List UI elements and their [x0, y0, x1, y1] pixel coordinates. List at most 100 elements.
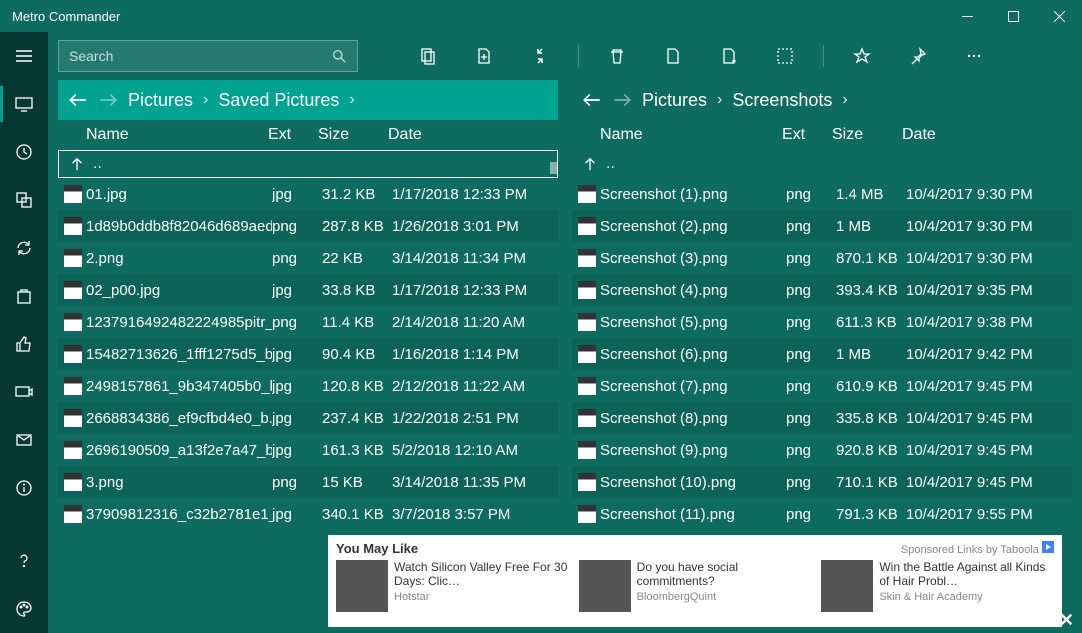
file-size: 611.3 KB — [836, 314, 906, 331]
file-row[interactable]: Screenshot (11).pngpng791.3 KB10/4/2017 … — [572, 498, 1072, 530]
new-file-button[interactable] — [460, 32, 508, 80]
thumbs-up-icon[interactable] — [0, 320, 48, 368]
file-row[interactable]: Screenshot (10).pngpng710.1 KB10/4/2017 … — [572, 466, 1072, 498]
refresh-icon[interactable] — [0, 224, 48, 272]
file-row[interactable]: Screenshot (6).pngpng1 MB10/4/2017 9:42 … — [572, 338, 1072, 370]
play-icon — [1042, 541, 1054, 553]
file-ext: png — [272, 314, 322, 331]
file-ext: jpg — [272, 506, 322, 523]
forward-button[interactable] — [612, 90, 632, 110]
scrollbar-thumb[interactable] — [550, 162, 558, 174]
file-row[interactable]: Screenshot (3).pngpng870.1 KB10/4/2017 9… — [572, 242, 1072, 274]
pin-button[interactable] — [894, 32, 942, 80]
file-row[interactable]: 3.pngpng15 KB3/14/2018 11:35 PM — [58, 466, 558, 498]
search-input[interactable]: Search — [58, 40, 358, 72]
file-date: 10/4/2017 9:45 PM — [906, 410, 1066, 427]
chevron-right-icon: › — [203, 91, 208, 109]
file-ext: png — [786, 186, 836, 203]
crumb-screenshots[interactable]: Screenshots — [732, 90, 832, 111]
ad-item[interactable]: Do you have social commitments?Bloomberg… — [579, 560, 812, 621]
file-row[interactable]: 2668834386_ef9cfbd4e0_b.jpgjpg237.4 KB1/… — [58, 402, 558, 434]
copy-button[interactable] — [404, 32, 452, 80]
file-row[interactable]: 37909812316_c32b2781e1_b.jpgjpg340.1 KB3… — [58, 498, 558, 530]
maximize-button[interactable] — [990, 0, 1036, 32]
col-size[interactable]: Size — [832, 126, 902, 144]
col-name[interactable]: Name — [600, 126, 782, 144]
file-row[interactable]: 02_p00.jpgjpg33.8 KB1/17/2018 12:33 PM — [58, 274, 558, 306]
file-name: Screenshot (4).png — [600, 282, 786, 299]
file-date: 10/4/2017 9:35 PM — [906, 282, 1066, 299]
file-button[interactable] — [649, 32, 697, 80]
toolbar-separator — [578, 45, 579, 67]
up-label: .. — [93, 155, 102, 173]
ad-title: Watch Silicon Valley Free For 30 Days: C… — [394, 560, 569, 589]
col-date[interactable]: Date — [388, 126, 548, 144]
monitor-icon[interactable] — [0, 80, 48, 128]
up-label: .. — [606, 155, 615, 173]
file-thumbnail — [578, 217, 596, 235]
file-name: 1d89b0ddb8f82046d689aed32adf — [86, 218, 272, 235]
col-name[interactable]: Name — [86, 126, 268, 144]
file-row[interactable]: 01.jpgjpg31.2 KB1/17/2018 12:33 PM — [58, 178, 558, 210]
file-size: 90.4 KB — [322, 346, 392, 363]
info-icon[interactable] — [0, 464, 48, 512]
file-name: 37909812316_c32b2781e1_b.jpg — [86, 506, 272, 523]
file-date: 1/17/2018 12:33 PM — [392, 186, 552, 203]
ad-item[interactable]: Win the Battle Against all Kinds of Hair… — [821, 560, 1054, 621]
bag-icon[interactable] — [0, 272, 48, 320]
share-screen-icon[interactable] — [0, 368, 48, 416]
palette-icon[interactable] — [0, 585, 48, 633]
crumb-pictures[interactable]: Pictures — [642, 90, 707, 111]
back-button[interactable] — [68, 90, 88, 110]
col-size[interactable]: Size — [318, 126, 388, 144]
file-add-button[interactable] — [705, 32, 753, 80]
file-row[interactable]: Screenshot (5).pngpng611.3 KB10/4/2017 9… — [572, 306, 1072, 338]
col-ext[interactable]: Ext — [782, 126, 832, 144]
file-row[interactable]: 1237916492482224985pitr_Patch_ipng11.4 K… — [58, 306, 558, 338]
menu-icon[interactable] — [0, 32, 48, 80]
file-ext: png — [786, 474, 836, 491]
file-date: 10/4/2017 9:45 PM — [906, 378, 1066, 395]
file-date: 10/4/2017 9:42 PM — [906, 346, 1066, 363]
up-row[interactable]: .. — [58, 150, 558, 178]
file-row[interactable]: 1d89b0ddb8f82046d689aed32adfpng287.8 KB1… — [58, 210, 558, 242]
col-ext[interactable]: Ext — [268, 126, 318, 144]
file-name: Screenshot (5).png — [600, 314, 786, 331]
clock-icon[interactable] — [0, 128, 48, 176]
minimize-button[interactable] — [944, 0, 990, 32]
col-date[interactable]: Date — [902, 126, 1062, 144]
file-row[interactable]: Screenshot (8).pngpng335.8 KB10/4/2017 9… — [572, 402, 1072, 434]
file-name: 2668834386_ef9cfbd4e0_b.jpg — [86, 410, 272, 427]
file-thumbnail — [578, 473, 596, 491]
file-size: 710.1 KB — [836, 474, 906, 491]
mail-icon[interactable] — [0, 416, 48, 464]
help-icon[interactable] — [0, 537, 48, 585]
delete-button[interactable] — [593, 32, 641, 80]
file-row[interactable]: Screenshot (9).pngpng920.8 KB10/4/2017 9… — [572, 434, 1072, 466]
file-row[interactable]: 15482713626_1fff1275d5_b.jpgjpg90.4 KB1/… — [58, 338, 558, 370]
copy-icon[interactable] — [0, 176, 48, 224]
crumb-pictures[interactable]: Pictures — [128, 90, 193, 111]
file-row[interactable]: 2498157861_9b347405b0_b.jpgjpg120.8 KB2/… — [58, 370, 558, 402]
file-date: 10/4/2017 9:38 PM — [906, 314, 1066, 331]
back-button[interactable] — [582, 90, 602, 110]
file-row[interactable]: 2696190509_a13f2e7a47_b.jpgjpg161.3 KB5/… — [58, 434, 558, 466]
more-button[interactable] — [950, 32, 998, 80]
star-button[interactable] — [838, 32, 886, 80]
forward-button[interactable] — [98, 90, 118, 110]
up-row[interactable]: .. — [572, 150, 1072, 178]
file-row[interactable]: Screenshot (7).pngpng610.9 KB10/4/2017 9… — [572, 370, 1072, 402]
file-row[interactable]: Screenshot (2).pngpng1 MB10/4/2017 9:30 … — [572, 210, 1072, 242]
select-button[interactable] — [761, 32, 809, 80]
ad-item[interactable]: Watch Silicon Valley Free For 30 Days: C… — [336, 560, 569, 621]
file-row[interactable]: 2.pngpng22 KB3/14/2018 11:34 PM — [58, 242, 558, 274]
close-button[interactable] — [1036, 0, 1082, 32]
file-row[interactable]: Screenshot (4).pngpng393.4 KB10/4/2017 9… — [572, 274, 1072, 306]
file-ext: png — [786, 506, 836, 523]
file-row[interactable]: Screenshot (1).pngpng1.4 MB10/4/2017 9:3… — [572, 178, 1072, 210]
crumb-saved-pictures[interactable]: Saved Pictures — [218, 90, 339, 111]
search-icon — [332, 49, 347, 64]
chevron-right-icon: › — [349, 91, 354, 109]
ad-close-button[interactable]: ✕ — [1059, 610, 1074, 631]
collapse-button[interactable] — [516, 32, 564, 80]
